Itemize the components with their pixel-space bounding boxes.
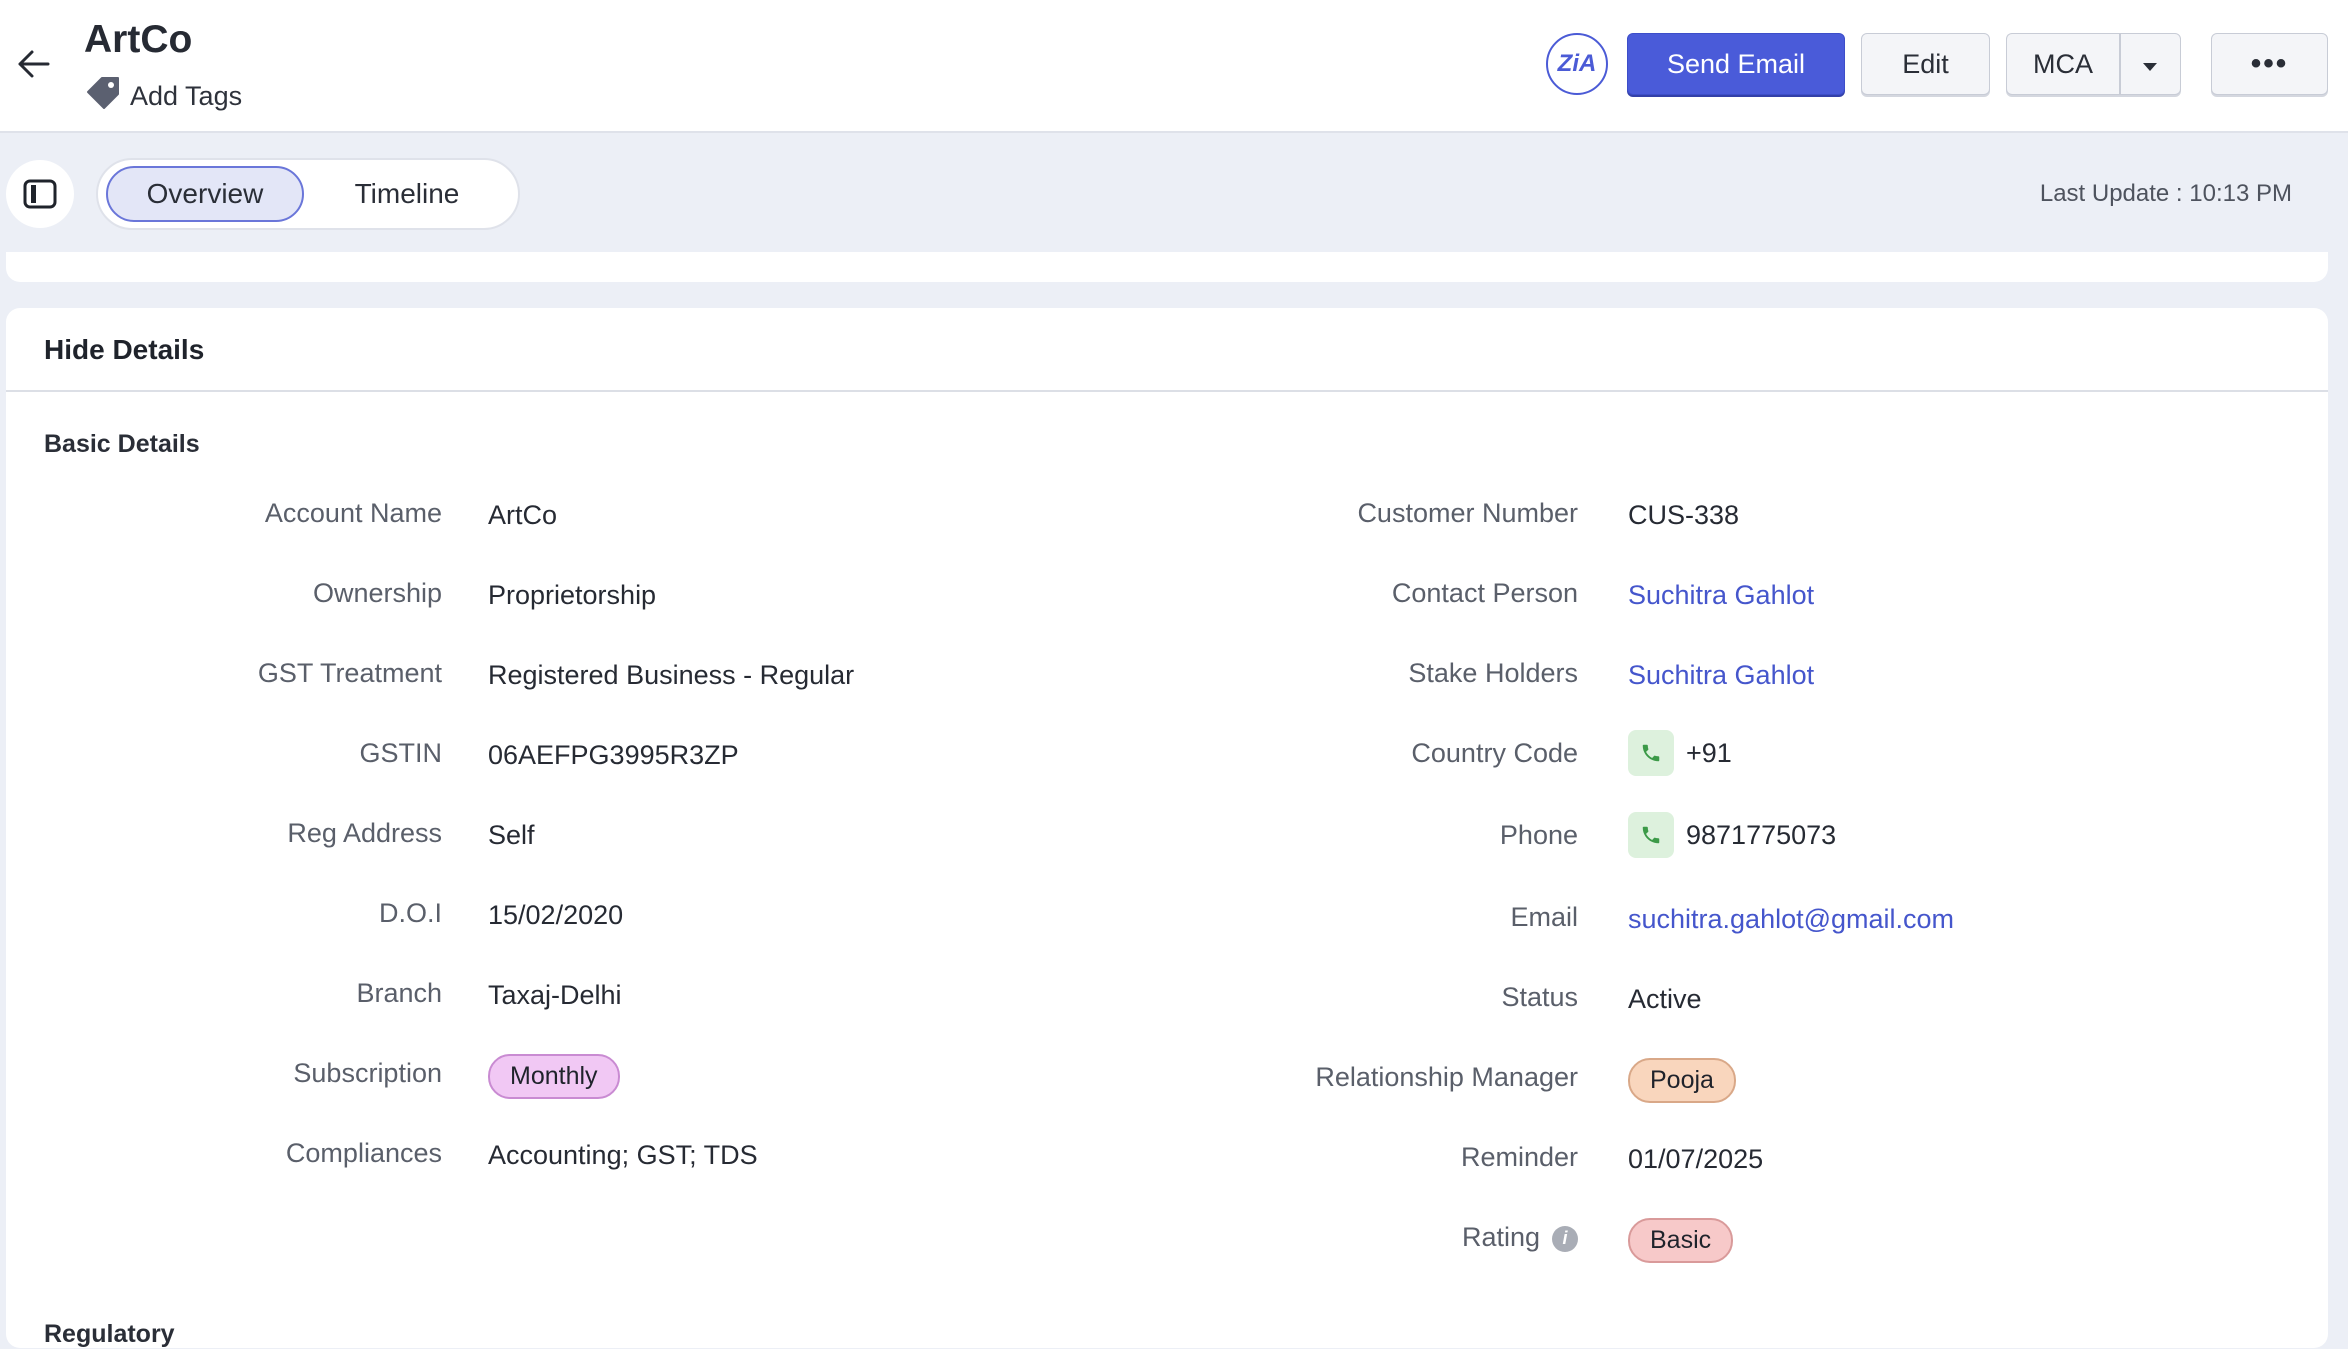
mca-button[interactable]: MCA	[2006, 33, 2119, 95]
view-tabs: Overview Timeline	[96, 158, 520, 230]
field-label: Country Code	[1411, 738, 1578, 768]
stake-holders-link[interactable]: Suchitra Gahlot	[1628, 660, 1814, 691]
field-label: Stake Holders	[1408, 658, 1578, 688]
field-value-customer-number: CUS-338	[1628, 500, 1740, 530]
add-tags-link[interactable]: Add Tags	[84, 74, 242, 119]
send-email-button[interactable]: Send Email	[1627, 33, 1845, 95]
zia-icon[interactable]: ZiA	[1546, 33, 1608, 95]
tab-overview[interactable]: Overview	[106, 166, 304, 222]
field-value-ownership: Proprietorship	[488, 580, 657, 610]
details-card-header: Hide Details	[6, 308, 2328, 392]
info-icon[interactable]: i	[1552, 1225, 1578, 1252]
email-link[interactable]: suchitra.gahlot@gmail.com	[1628, 904, 1954, 935]
field-label: Contact Person	[1391, 578, 1578, 608]
details-card: Hide Details Basic Details Account Name …	[6, 308, 2328, 1348]
field-label: Reg Address	[287, 818, 442, 848]
field-label: Customer Number	[1357, 498, 1578, 528]
record-header: ArtCo Add Tags ZiA Send Email Edit MCA •…	[0, 0, 2348, 133]
phone-value: 9871775073	[1686, 819, 1837, 850]
tab-timeline[interactable]: Timeline	[308, 166, 506, 222]
field-label: Compliances	[285, 1138, 442, 1168]
field-label: Email	[1510, 902, 1578, 932]
contact-person-link[interactable]: Suchitra Gahlot	[1628, 580, 1814, 611]
field-label: D.O.I	[378, 898, 442, 928]
section-title-basic-details: Basic Details	[44, 430, 200, 458]
field-label: Branch	[356, 978, 442, 1008]
field-value-account-name: ArtCo	[488, 500, 558, 530]
phone-icon[interactable]	[1628, 812, 1674, 858]
page-title: ArtCo	[84, 18, 193, 61]
field-label: Relationship Manager	[1315, 1062, 1578, 1092]
phone-icon[interactable]	[1628, 730, 1674, 776]
rating-badge: Basic	[1628, 1218, 1734, 1263]
summary-card	[6, 252, 2328, 282]
last-update-text: Last Update : 10:13 PM	[2039, 180, 2292, 207]
field-value-reminder: 01/07/2025	[1628, 1144, 1764, 1174]
chevron-down-icon	[2141, 49, 2159, 80]
hide-details-toggle[interactable]: Hide Details	[44, 334, 204, 366]
section-title-regulatory: Regulatory	[44, 1320, 175, 1348]
subscription-badge: Monthly	[488, 1054, 620, 1099]
field-value-relationship-manager: Pooja	[1628, 1058, 1736, 1103]
tag-icon	[84, 74, 122, 119]
field-label: GSTIN	[359, 738, 442, 768]
rating-label-row: Rating i	[1158, 1222, 1578, 1253]
field-value-country-code: +91	[1628, 730, 1732, 776]
field-label: Reminder	[1460, 1142, 1578, 1172]
country-code-value: +91	[1686, 737, 1732, 768]
edit-button[interactable]: Edit	[1861, 33, 1990, 95]
add-tags-label: Add Tags	[130, 81, 243, 111]
field-value-gst-treatment: Registered Business - Regular	[488, 660, 855, 690]
field-value-subscription: Monthly	[488, 1054, 620, 1099]
field-label: Rating	[1461, 1222, 1540, 1252]
field-label: Subscription	[293, 1058, 442, 1088]
field-label: Status	[1501, 982, 1578, 1012]
more-options-button[interactable]: •••	[2211, 33, 2328, 95]
mca-dropdown-button[interactable]	[2119, 33, 2181, 95]
field-label: Phone	[1499, 820, 1578, 850]
field-value-rating: Basic	[1628, 1218, 1734, 1263]
back-arrow-icon[interactable]	[14, 44, 54, 84]
sidebar-toggle-icon[interactable]	[6, 160, 74, 228]
field-label: GST Treatment	[257, 658, 442, 688]
field-value-gstin: 06AEFPG3995R3ZP	[488, 740, 739, 770]
field-label: Ownership	[312, 578, 442, 608]
field-label: Account Name	[264, 498, 442, 528]
field-value-reg-address: Self	[488, 820, 535, 850]
relationship-manager-badge: Pooja	[1628, 1058, 1736, 1103]
field-value-compliances: Accounting; GST; TDS	[488, 1140, 758, 1170]
field-value-branch: Taxaj-Delhi	[488, 980, 622, 1010]
zia-label: ZiA	[1557, 50, 1597, 77]
field-value-status: Active	[1628, 984, 1702, 1014]
field-value-phone: 9871775073	[1628, 812, 1836, 858]
field-value-doi: 15/02/2020	[488, 900, 624, 930]
